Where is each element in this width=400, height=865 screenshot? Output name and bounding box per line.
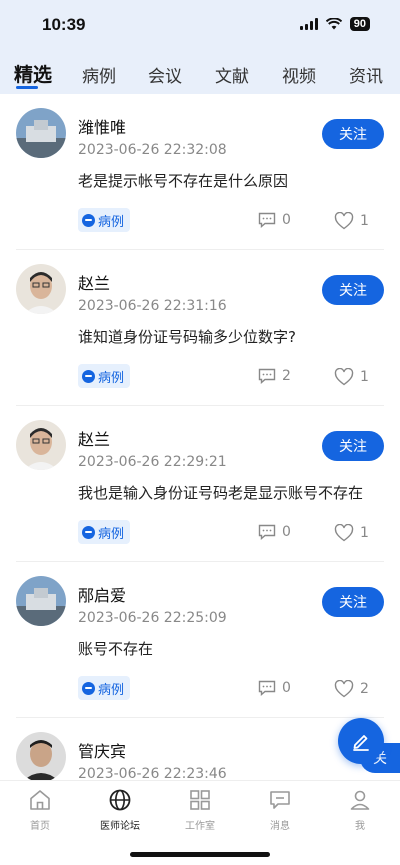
tab-news[interactable]: 资讯 <box>349 62 383 87</box>
nav-forum[interactable]: 医师论坛 <box>85 787 155 832</box>
comment-count-value: 0 <box>282 524 291 540</box>
tag-icon <box>82 213 95 227</box>
nav-profile[interactable]: 我 <box>325 787 395 832</box>
user-icon <box>350 790 370 810</box>
avatar[interactable] <box>16 576 66 626</box>
post-content[interactable]: 账号不存在 <box>78 638 153 659</box>
nav-label: 首页 <box>30 821 50 832</box>
nav-label: 消息 <box>270 821 290 832</box>
tag-icon <box>82 681 95 695</box>
nav-messages[interactable]: 消息 <box>245 787 315 832</box>
comment-icon <box>258 524 276 540</box>
category-tag[interactable]: 病例 <box>78 364 131 388</box>
post-content[interactable]: 我也是输入身份证号码老是显示账号不存在 <box>78 482 363 503</box>
comment-count[interactable]: 2 <box>258 368 291 384</box>
username[interactable]: 赵兰 <box>78 270 110 294</box>
heart-icon <box>334 212 354 230</box>
globe-icon <box>109 789 131 811</box>
like-count-value: 2 <box>360 681 369 697</box>
post-card[interactable]: 赵兰 2023-06-26 22:31:16 谁知道身份证号码输多少位数字? 关… <box>0 250 400 406</box>
edit-icon <box>353 735 369 751</box>
category-tabs: 精选 病例 会议 文献 视频 资讯 <box>0 50 400 94</box>
post-feed: 潍惟唯 2023-06-26 22:32:08 老是提示帐号不存在是什么原因 关… <box>0 94 400 780</box>
avatar[interactable] <box>16 264 66 314</box>
comment-count-value: 0 <box>282 680 291 696</box>
status-icons: 90 <box>299 17 370 31</box>
tag-icon <box>82 525 95 539</box>
nav-label: 工作室 <box>185 821 215 832</box>
battery-indicator: 90 <box>349 17 370 31</box>
like-count-value: 1 <box>360 525 369 541</box>
follow-button[interactable]: 关注 <box>322 275 384 305</box>
home-indicator <box>130 852 270 857</box>
post-content[interactable]: 老是提示帐号不存在是什么原因 <box>78 170 288 191</box>
active-tab-indicator <box>16 86 38 89</box>
tab-literature[interactable]: 文献 <box>215 62 249 87</box>
like-count[interactable]: 1 <box>334 368 369 386</box>
tag-icon <box>82 369 95 383</box>
message-icon <box>270 791 290 809</box>
tag-label: 病例 <box>98 214 125 230</box>
tab-featured[interactable]: 精选 <box>14 60 52 87</box>
category-tag[interactable]: 病例 <box>78 208 131 232</box>
like-count-value: 1 <box>360 213 369 229</box>
status-bar: 10:39 90 <box>0 0 400 50</box>
username[interactable]: 管庆宾 <box>78 738 126 762</box>
nav-label: 医师论坛 <box>100 821 140 832</box>
username[interactable]: 赵兰 <box>78 426 110 450</box>
status-time: 10:39 <box>42 15 86 34</box>
username[interactable]: 潍惟唯 <box>78 114 126 138</box>
nav-studio[interactable]: 工作室 <box>165 787 235 832</box>
like-count[interactable]: 2 <box>334 680 369 698</box>
timestamp: 2023-06-26 22:32:08 <box>78 142 227 158</box>
post-card[interactable]: 邴启爱 2023-06-26 22:25:09 账号不存在 关注 病例 0 2 <box>0 562 400 718</box>
post-content[interactable]: 谁知道身份证号码输多少位数字? <box>78 326 296 347</box>
category-tag[interactable]: 病例 <box>78 676 131 700</box>
comment-count[interactable]: 0 <box>258 680 291 696</box>
timestamp: 2023-06-26 22:25:09 <box>78 610 227 626</box>
tag-label: 病例 <box>98 526 125 542</box>
nav-label: 我 <box>355 821 365 832</box>
follow-button[interactable]: 关注 <box>322 587 384 617</box>
avatar[interactable] <box>16 108 66 158</box>
timestamp: 2023-06-26 22:31:16 <box>78 298 227 314</box>
wifi-icon <box>325 18 342 30</box>
tag-label: 病例 <box>98 370 125 386</box>
heart-icon <box>334 368 354 386</box>
avatar[interactable] <box>16 420 66 470</box>
username[interactable]: 邴启爱 <box>78 582 126 606</box>
comment-count[interactable]: 0 <box>258 212 291 228</box>
post-card[interactable]: 潍惟唯 2023-06-26 22:32:08 老是提示帐号不存在是什么原因 关… <box>0 94 400 250</box>
heart-icon <box>334 524 354 542</box>
comment-icon <box>258 368 276 384</box>
timestamp: 2023-06-26 22:29:21 <box>78 454 227 470</box>
heart-icon <box>334 680 354 698</box>
avatar[interactable] <box>16 732 66 780</box>
timestamp: 2023-06-26 22:23:46 <box>78 766 227 780</box>
tab-videos[interactable]: 视频 <box>282 62 316 87</box>
compose-button[interactable] <box>338 718 384 764</box>
like-count[interactable]: 1 <box>334 212 369 230</box>
tab-cases[interactable]: 病例 <box>82 62 116 87</box>
tab-meetings[interactable]: 会议 <box>148 62 182 87</box>
like-count[interactable]: 1 <box>334 524 369 542</box>
follow-button[interactable]: 关注 <box>322 431 384 461</box>
cellular-signal-icon <box>299 18 318 30</box>
category-tag[interactable]: 病例 <box>78 520 131 544</box>
follow-button[interactable]: 关注 <box>322 119 384 149</box>
grid-icon <box>190 790 210 810</box>
comment-count-value: 2 <box>282 368 291 384</box>
comment-count[interactable]: 0 <box>258 524 291 540</box>
comment-icon <box>258 212 276 228</box>
like-count-value: 1 <box>360 369 369 385</box>
tag-label: 病例 <box>98 682 125 698</box>
comment-icon <box>258 680 276 696</box>
comment-count-value: 0 <box>282 212 291 228</box>
nav-home[interactable]: 首页 <box>5 787 75 832</box>
home-icon <box>30 790 50 810</box>
post-card[interactable]: 赵兰 2023-06-26 22:29:21 我也是输入身份证号码老是显示账号不… <box>0 406 400 562</box>
